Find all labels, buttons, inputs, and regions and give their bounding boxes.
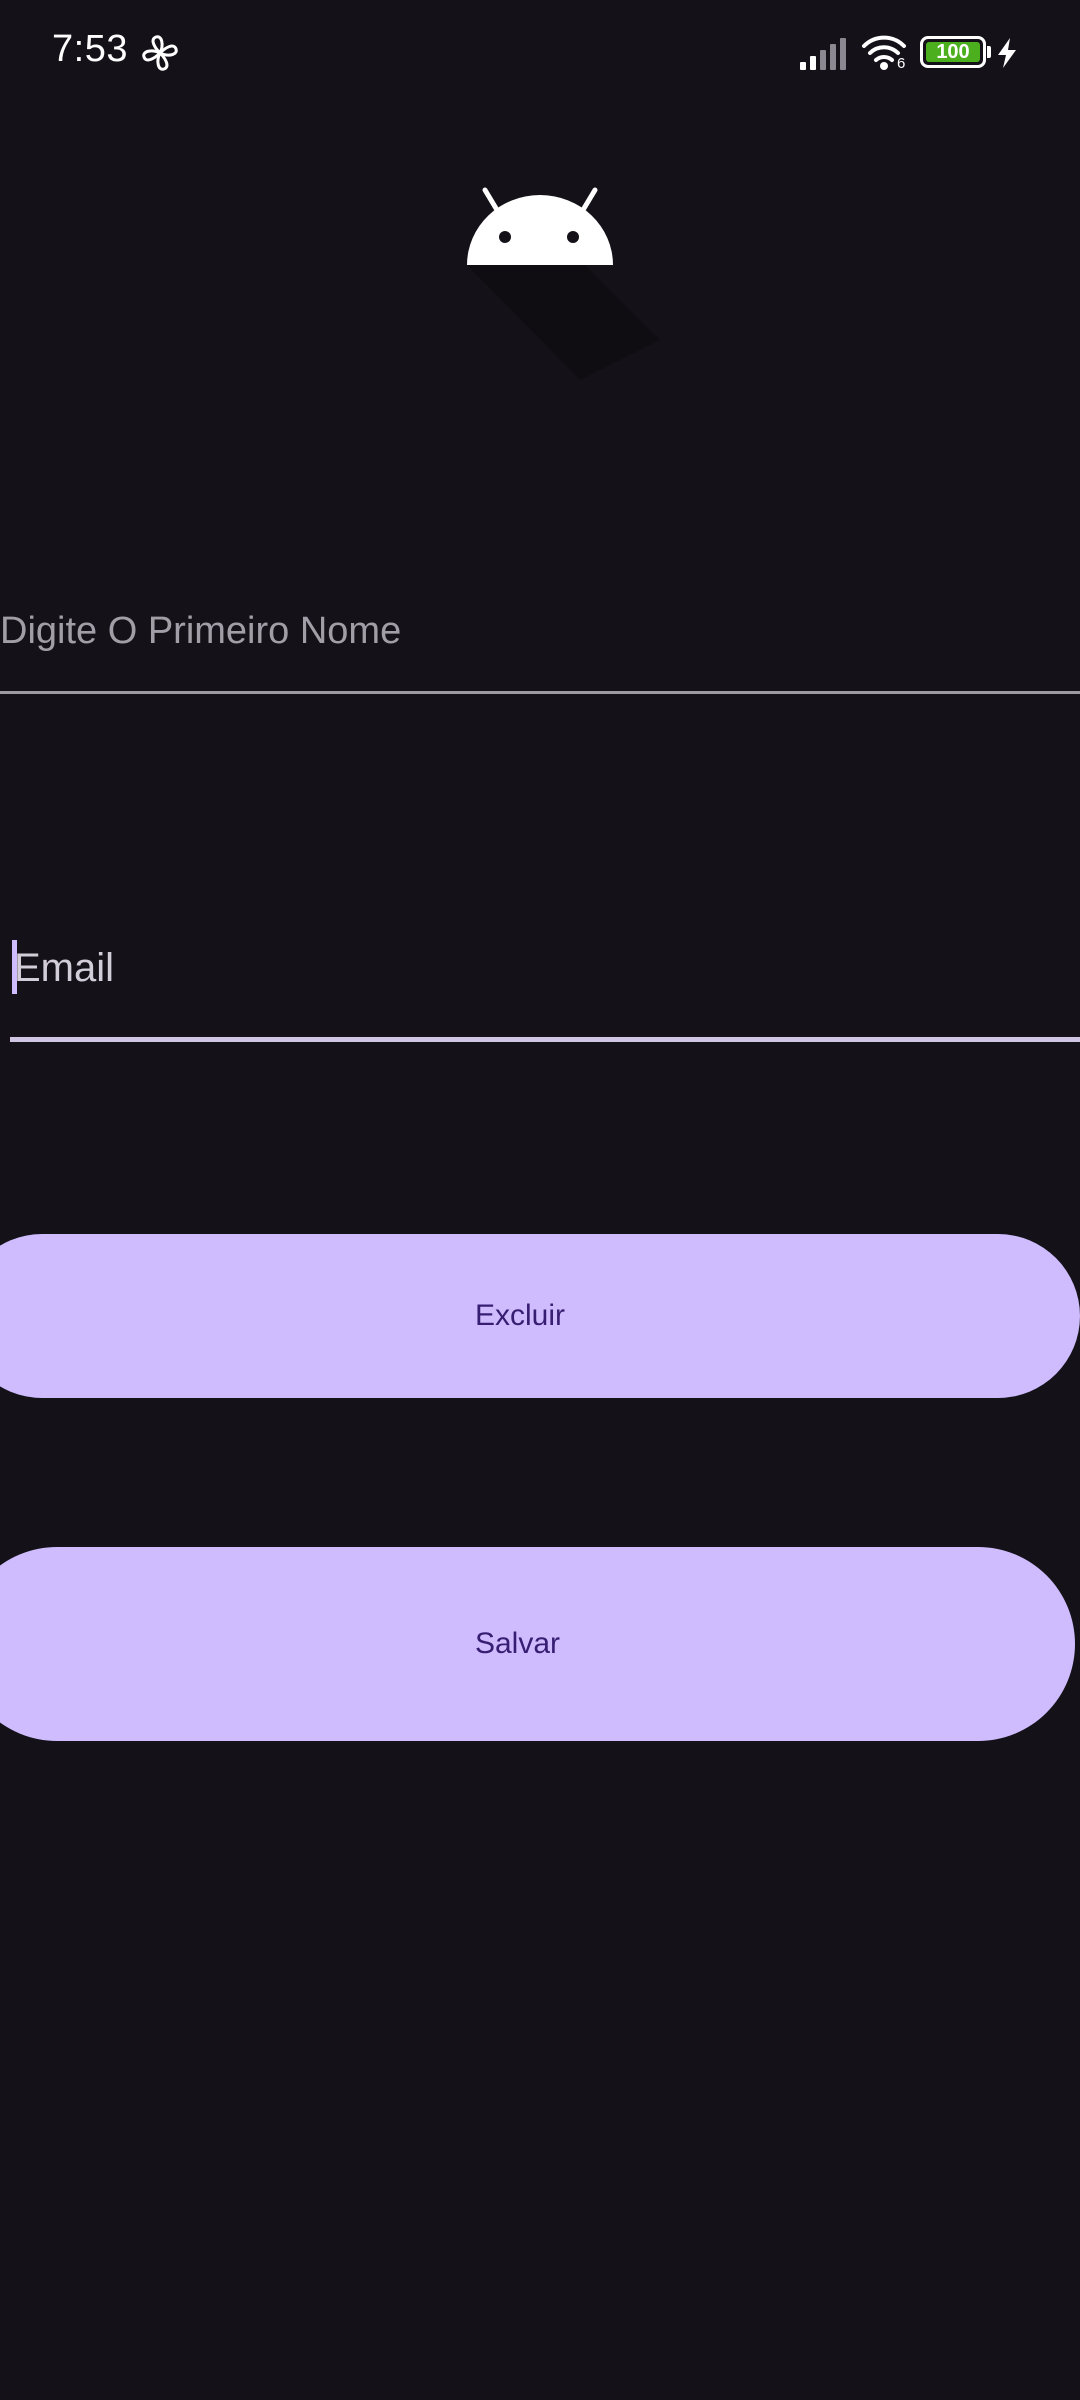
charging-bolt-icon	[998, 38, 1016, 68]
email-input[interactable]: Email	[10, 930, 1080, 1042]
battery-level: 100	[936, 41, 970, 63]
wifi-label: 6	[897, 55, 906, 72]
first-name-underline	[0, 691, 1080, 694]
android-logo-icon	[467, 187, 660, 380]
first-name-placeholder: Digite O Primeiro Nome	[0, 610, 402, 652]
email-underline	[10, 1037, 1080, 1042]
email-placeholder: Email	[14, 946, 115, 990]
status-bar: 7:53 6 100	[0, 0, 1080, 105]
battery-icon: 100	[920, 36, 986, 68]
save-button[interactable]: Salvar	[0, 1547, 1075, 1741]
signal-icon	[800, 38, 846, 70]
status-time: 7:53	[52, 28, 128, 70]
battery-tip	[987, 46, 991, 58]
fan-icon	[142, 35, 178, 71]
delete-button[interactable]: Excluir	[0, 1234, 1080, 1398]
first-name-input[interactable]: Digite O Primeiro Nome	[0, 590, 1080, 694]
